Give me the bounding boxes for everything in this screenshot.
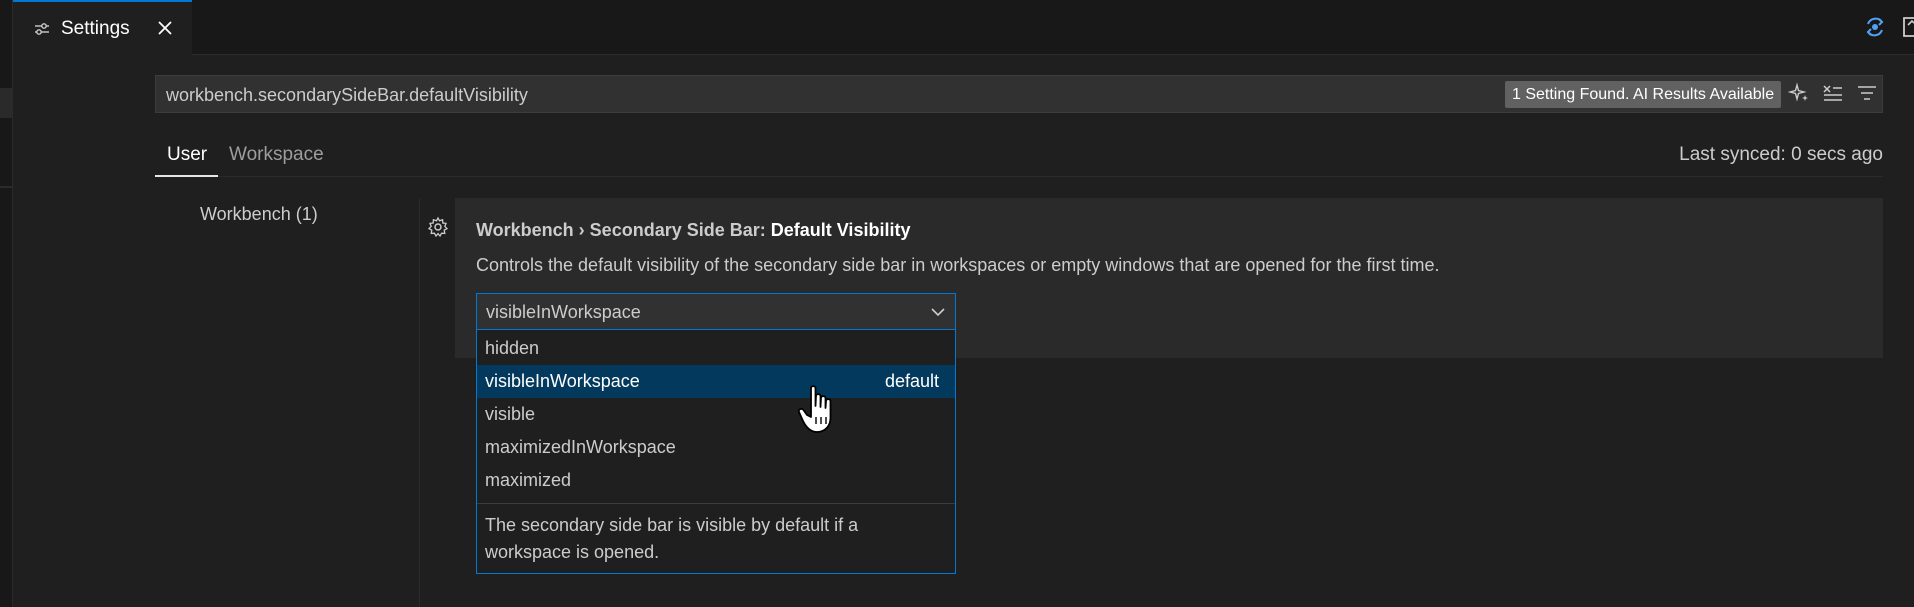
ai-sparkle-icon[interactable] [1788,82,1810,104]
tab-user[interactable]: User [167,144,207,166]
toc-item-workbench[interactable]: Workbench (1) [200,204,318,225]
option-hidden[interactable]: hidden [477,332,955,365]
option-visible[interactable]: visible [477,398,955,431]
option-label: visible [485,404,536,424]
option-maximized[interactable]: maximized [477,464,955,497]
result-count-badge: 1 Setting Found. AI Results Available [1505,81,1782,108]
option-label: maximizedInWorkspace [485,437,676,457]
editor-actions [1862,14,1914,40]
activity-bar-divider [0,186,12,188]
tab-workspace[interactable]: Workspace [229,144,324,166]
activity-bar-item[interactable] [0,88,12,118]
setting-description: Controls the default visibility of the s… [476,255,1440,275]
select-current-value: visibleInWorkspace [486,302,641,322]
option-label: maximized [485,470,572,490]
sync-status: Last synced: 0 secs ago [1679,144,1883,165]
close-icon[interactable] [154,17,176,39]
gear-icon[interactable] [427,216,449,238]
settings-search-box[interactable]: workbench.secondarySideBar.defaultVisibi… [155,75,1883,113]
clear-filter-icon[interactable] [1822,82,1844,104]
active-tab-indicator [155,175,218,177]
option-label: hidden [485,338,540,358]
setting-name: Default Visibility [770,220,911,240]
setting-category: Workbench › Secondary Side Bar: [476,220,771,240]
settings-sliders-icon [35,22,49,35]
select-dropdown-list: hidden visibleInWorkspace default visibl… [476,330,956,574]
editor-tab-bar: Settings [13,0,1914,55]
search-actions [1788,82,1878,104]
tab-settings[interactable]: Settings [13,0,192,55]
setting-title: Workbench › Secondary Side Bar: Default … [476,220,910,241]
toc-divider [419,198,420,607]
hand-pointer-cursor-icon [797,385,832,433]
default-tag: default [884,371,939,391]
tab-title: Settings [61,17,130,39]
option-description: The secondary side bar is visible by def… [485,515,859,562]
chevron-down-icon [931,308,945,317]
activity-bar-edge [0,0,13,607]
sync-icon[interactable] [1862,14,1888,40]
open-settings-json-icon[interactable] [1902,14,1914,40]
search-query[interactable]: workbench.secondarySideBar.defaultVisibi… [166,85,528,106]
dropdown-divider [477,503,955,504]
filter-icon[interactable] [1856,82,1878,104]
default-visibility-select[interactable]: visibleInWorkspace [476,293,956,330]
option-maximized-in-workspace[interactable]: maximizedInWorkspace [477,431,955,464]
option-label: visibleInWorkspace [485,371,640,391]
option-visible-in-workspace[interactable]: visibleInWorkspace default [477,365,955,398]
settings-scope-tabs: User Workspace Last synced: 0 secs ago [155,136,1883,177]
